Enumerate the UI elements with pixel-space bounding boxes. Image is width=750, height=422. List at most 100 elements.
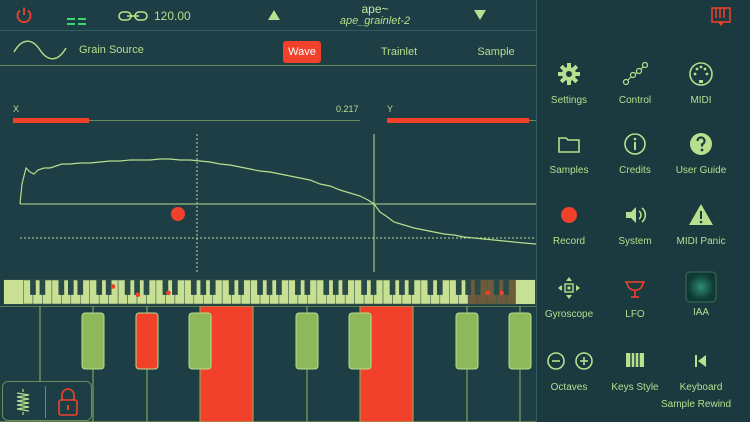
black-key[interactable] (295, 312, 319, 370)
black-key[interactable] (188, 312, 212, 370)
tab-wave[interactable]: Wave (283, 41, 321, 63)
note-marker (135, 292, 141, 298)
mini-black-key[interactable] (77, 280, 84, 295)
mini-black-key[interactable] (67, 280, 74, 295)
mini-black-key[interactable] (209, 280, 216, 295)
grid-icon[interactable] (67, 17, 87, 27)
y-slider-fill[interactable] (387, 118, 529, 123)
mini-black-key[interactable] (503, 280, 509, 295)
mini-black-key[interactable] (172, 280, 178, 295)
y-slider-label: Y (387, 104, 394, 114)
menu-keyboard[interactable]: Keyboard (666, 348, 736, 393)
waveform-curve (19, 158, 536, 245)
info-icon (624, 133, 646, 155)
octave-minus-plus-icon (547, 352, 593, 370)
menu-sample-rewind[interactable]: Sample Rewind (661, 399, 731, 410)
mini-black-key[interactable] (143, 280, 150, 295)
mini-black-key[interactable] (493, 280, 500, 295)
mini-black-key[interactable] (58, 280, 65, 295)
mini-black-key[interactable] (342, 280, 349, 295)
note-marker (499, 290, 504, 296)
link-icon[interactable] (118, 9, 148, 23)
app-title: ape~ (361, 2, 389, 16)
black-key[interactable] (455, 312, 479, 370)
bottom-left-controls (2, 381, 92, 421)
spring-icon[interactable] (11, 388, 35, 416)
keyboard-menu-icon[interactable] (711, 6, 731, 26)
mini-black-key[interactable] (474, 280, 481, 295)
lfo-icon (625, 281, 645, 298)
xy-sliders: X 0.217 Y (0, 100, 536, 128)
black-key[interactable] (81, 312, 105, 370)
menu-midi-panic[interactable]: MIDI Panic (666, 202, 736, 247)
mini-black-key[interactable] (455, 280, 462, 295)
mini-black-key[interactable] (276, 280, 282, 295)
black-key[interactable] (348, 312, 372, 370)
x-slider-value: 0.217 (336, 104, 359, 114)
tab-trainlet[interactable]: Trainlet (372, 41, 426, 63)
mini-black-key[interactable] (200, 280, 207, 295)
power-icon[interactable] (15, 6, 33, 24)
control-nodes-icon (622, 61, 648, 86)
mini-black-key[interactable] (257, 280, 263, 295)
mini-black-key[interactable] (332, 280, 339, 295)
black-key[interactable] (508, 312, 532, 370)
waveform-display[interactable] (0, 134, 536, 274)
tab-sample[interactable]: Sample (470, 41, 522, 63)
menu-system[interactable]: System (600, 202, 670, 247)
side-menu-panel: Settings Control MIDI Samples Credits Us… (536, 0, 750, 422)
note-marker (485, 290, 491, 296)
lock-icon[interactable] (56, 387, 80, 417)
black-key[interactable] (135, 312, 159, 370)
grain-position-dot[interactable] (171, 207, 185, 221)
mini-black-key[interactable] (304, 280, 311, 295)
grain-source-label: Grain Source (79, 44, 144, 56)
mini-black-key[interactable] (427, 280, 434, 295)
mini-black-key[interactable] (266, 280, 273, 295)
tempo-readout[interactable]: 120.00 (154, 9, 191, 23)
mini-black-key[interactable] (465, 280, 472, 295)
menu-control[interactable]: Control (600, 61, 670, 106)
menu-keys-style[interactable]: Keys Style (600, 348, 670, 393)
menu-record[interactable]: Record (534, 202, 604, 247)
gyroscope-icon (558, 277, 580, 299)
speaker-icon (626, 207, 647, 223)
mini-black-key[interactable] (295, 280, 301, 295)
x-slider-fill[interactable] (13, 118, 89, 123)
menu-settings[interactable]: Settings (534, 61, 604, 106)
menu-samples[interactable]: Samples (534, 131, 604, 176)
mini-black-key[interactable] (436, 280, 443, 295)
mini-black-key[interactable] (39, 280, 46, 295)
menu-midi[interactable]: MIDI (666, 61, 736, 106)
mini-black-key[interactable] (389, 280, 396, 295)
menu-gyroscope[interactable]: Gyroscope (534, 275, 604, 320)
keyboard-icon (695, 355, 706, 367)
mini-black-key[interactable] (361, 280, 367, 295)
preset-name[interactable]: ape_grainlet-2 (300, 15, 450, 27)
sine-wave-icon (13, 40, 67, 60)
mini-black-key[interactable] (238, 280, 244, 295)
preset-up-icon[interactable] (268, 10, 280, 20)
mini-black-key[interactable] (105, 280, 112, 295)
mini-black-key[interactable] (30, 280, 36, 295)
mini-keyboard[interactable] (3, 279, 536, 305)
mini-black-key[interactable] (228, 280, 235, 295)
mini-black-key[interactable] (96, 280, 103, 295)
mini-black-key[interactable] (408, 280, 415, 295)
x-slider-label: X (13, 104, 20, 114)
mini-black-key[interactable] (124, 280, 131, 295)
midi-port-icon (689, 62, 713, 86)
folder-icon (558, 137, 580, 153)
menu-iaa[interactable]: IAA (666, 271, 736, 318)
preset-down-icon[interactable] (474, 10, 486, 20)
menu-user-guide[interactable]: User Guide (666, 131, 736, 176)
mini-black-key[interactable] (323, 280, 330, 295)
mini-black-key[interactable] (399, 280, 405, 295)
mini-black-key[interactable] (190, 280, 197, 295)
menu-lfo[interactable]: LFO (600, 275, 670, 320)
record-icon (561, 207, 577, 223)
menu-octaves[interactable]: Octaves (534, 348, 604, 393)
menu-credits[interactable]: Credits (600, 131, 670, 176)
mini-black-key[interactable] (370, 280, 377, 295)
mini-black-key[interactable] (134, 280, 140, 295)
